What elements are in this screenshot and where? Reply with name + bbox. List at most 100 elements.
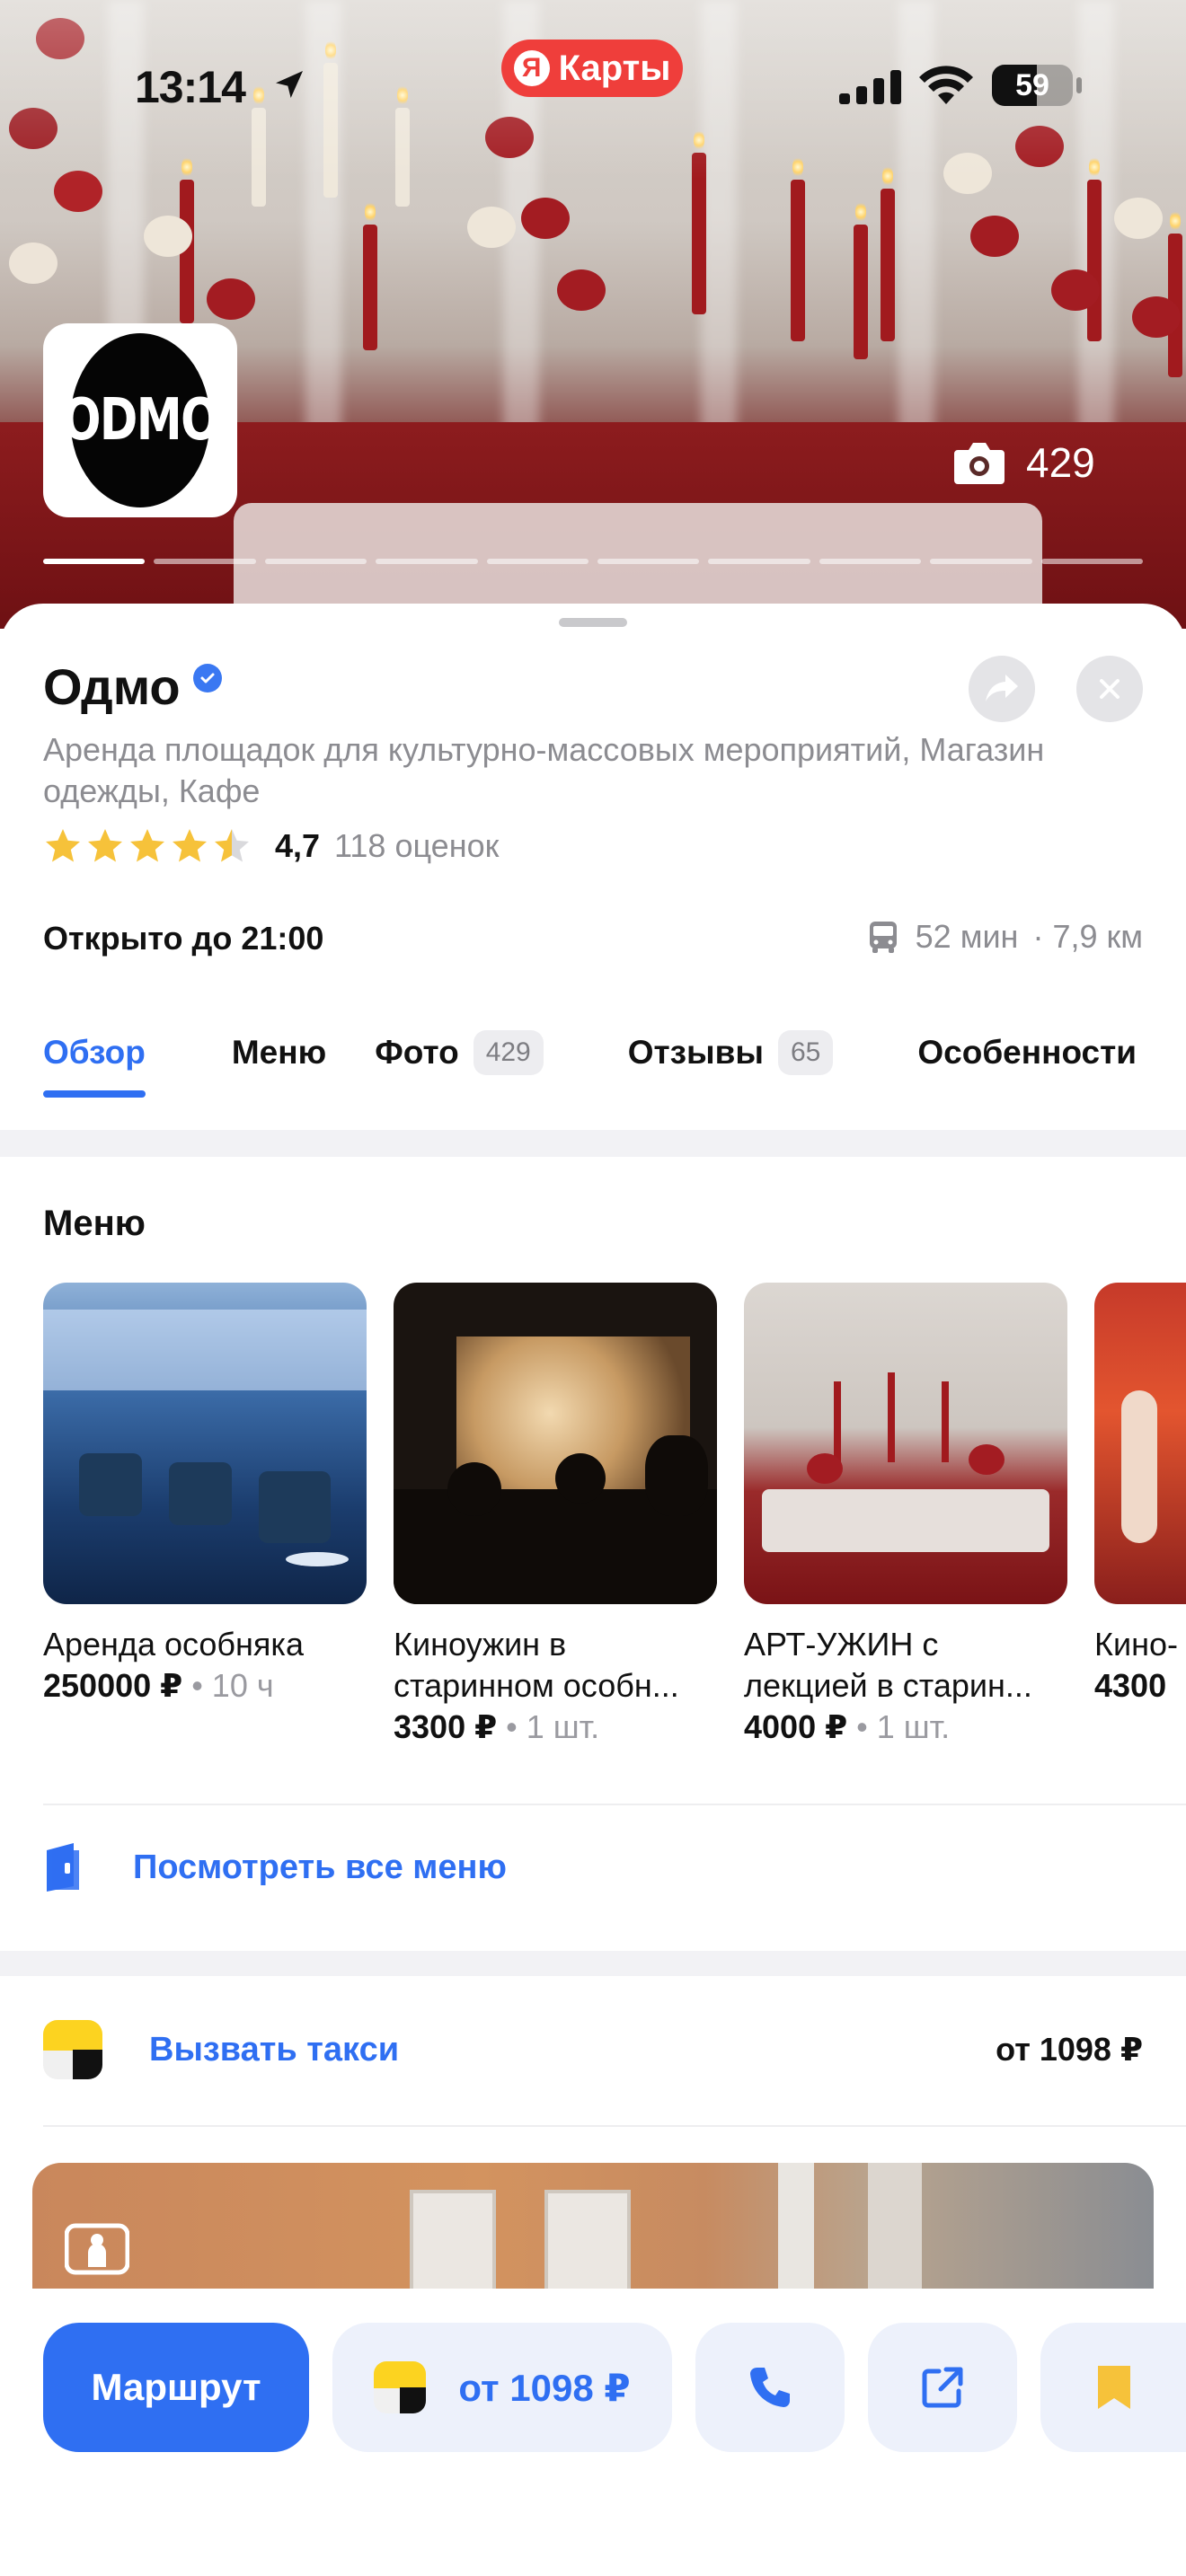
brand-logo[interactable]: ODMO bbox=[43, 323, 237, 517]
table bbox=[286, 1552, 349, 1566]
menu-carousel[interactable]: Аренда особняка 250000 ₽ • 10 ч Киноужин… bbox=[43, 1283, 1186, 1768]
photo-count: 429 bbox=[1026, 439, 1095, 486]
location-arrow-icon bbox=[276, 71, 303, 98]
gallery-progress-segment bbox=[708, 559, 810, 564]
menu-item-price-row: 4000 ₽ • 1 шт. bbox=[744, 1708, 1067, 1746]
gallery-progress-segment bbox=[930, 559, 1032, 564]
rose bbox=[1114, 198, 1163, 239]
see-all-menu-label: Посмотреть все меню bbox=[133, 1848, 507, 1886]
taxi-price: от 1098 ₽ bbox=[996, 2031, 1143, 2068]
performer bbox=[1121, 1390, 1157, 1543]
rose bbox=[807, 1453, 843, 1484]
white-tablecloth bbox=[762, 1489, 1049, 1552]
bus-icon bbox=[869, 922, 897, 953]
gallery-progress-segment bbox=[43, 559, 146, 564]
tab-label: Отзывы bbox=[627, 1034, 764, 1071]
audience-head bbox=[645, 1435, 708, 1516]
camera-icon bbox=[954, 443, 1005, 484]
open-status[interactable]: Открыто до 21:00 bbox=[43, 920, 323, 957]
rose bbox=[969, 1444, 1005, 1475]
menu-book-icon bbox=[47, 1843, 79, 1892]
menu-item[interactable]: Кино- МАМ 4300 bbox=[1094, 1283, 1186, 1705]
route-button[interactable]: Маршрут bbox=[43, 2323, 309, 2452]
transit-info[interactable]: 52 мин · 7,9 км bbox=[865, 918, 1143, 956]
tab-reviews[interactable]: Отзывы 65 bbox=[628, 1026, 834, 1080]
share-button[interactable] bbox=[969, 656, 1035, 722]
star-icon bbox=[46, 829, 80, 862]
yandex-taxi-icon bbox=[43, 2020, 102, 2079]
gallery-progress-segment bbox=[264, 559, 367, 564]
taxi-icon-yellow bbox=[43, 2020, 102, 2051]
taxi-button[interactable]: от 1098 ₽ bbox=[332, 2323, 672, 2452]
taxi-icon-black bbox=[400, 2387, 427, 2413]
gallery-progress-segment bbox=[1040, 559, 1144, 564]
candle bbox=[791, 156, 805, 341]
rose bbox=[9, 243, 58, 284]
armchair bbox=[79, 1453, 142, 1516]
tab-bar: Обзор Меню Фото 429 Отзывы 65 Особенност… bbox=[43, 1026, 1137, 1098]
sheet-grabber[interactable] bbox=[559, 618, 627, 627]
rose bbox=[207, 278, 255, 320]
menu-item-name: Кино- МАМ bbox=[1094, 1626, 1186, 1663]
see-all-menu-link[interactable]: Посмотреть все меню bbox=[43, 1841, 507, 1893]
star-icon bbox=[173, 829, 207, 862]
rose bbox=[521, 198, 570, 239]
battery-level: 59 bbox=[1015, 68, 1049, 102]
close-button[interactable] bbox=[1076, 656, 1143, 722]
menu-item-unit: • 10 ч bbox=[191, 1667, 274, 1704]
candle bbox=[942, 1381, 949, 1462]
yandex-taxi-icon bbox=[374, 2361, 427, 2413]
rose bbox=[1132, 296, 1181, 338]
menu-item-name: Аренда особняка bbox=[43, 1626, 304, 1663]
star-icon bbox=[130, 829, 164, 862]
menu-item-photo bbox=[1094, 1283, 1186, 1604]
menu-item-price: 4300 bbox=[1094, 1667, 1167, 1704]
gallery-progress-segment bbox=[376, 559, 478, 564]
status-time: 13:14 bbox=[135, 62, 246, 112]
brand-logo-text: ODMO bbox=[62, 333, 220, 507]
tab-menu[interactable]: Меню bbox=[232, 1026, 326, 1080]
rose bbox=[1051, 269, 1100, 311]
menu-item-price: 3300 ₽ bbox=[394, 1708, 498, 1745]
menu-item-price-row: 4300 bbox=[1094, 1667, 1186, 1705]
tab-badge: 65 bbox=[777, 1030, 834, 1075]
tab-label: Меню bbox=[231, 1034, 327, 1071]
wifi-icon bbox=[919, 66, 973, 104]
call-button[interactable] bbox=[695, 2323, 845, 2452]
photo-counter[interactable]: 429 bbox=[952, 438, 1095, 487]
transit-time: 52 мин bbox=[915, 918, 1019, 955]
section-divider bbox=[0, 1130, 1186, 1157]
candle bbox=[834, 1381, 841, 1462]
place-title: Одмо bbox=[43, 657, 222, 716]
yandex-maps-badge[interactable]: Я Карты bbox=[501, 40, 683, 97]
close-icon bbox=[1100, 679, 1120, 699]
tab-photos[interactable]: Фото 429 bbox=[375, 1026, 544, 1080]
rose bbox=[144, 216, 192, 257]
tab-features[interactable]: Особенности bbox=[917, 1026, 1137, 1080]
audience-head bbox=[447, 1462, 501, 1516]
phone-icon bbox=[750, 2368, 790, 2407]
bookmark-button[interactable] bbox=[1040, 2323, 1186, 2452]
tab-overview[interactable]: Обзор bbox=[43, 1026, 146, 1098]
rose bbox=[557, 269, 606, 311]
armchair bbox=[169, 1462, 232, 1525]
menu-item[interactable]: Киноужин в старинном особн... 3300 ₽ • 1… bbox=[394, 1283, 717, 1746]
candle bbox=[888, 1372, 895, 1462]
place-categories: Аренда площадок для культурно-массовых м… bbox=[43, 731, 1045, 809]
section-divider bbox=[0, 1951, 1186, 1976]
candle bbox=[854, 201, 868, 359]
call-taxi-row[interactable]: Вызвать такси от 1098 ₽ bbox=[43, 2014, 1143, 2086]
open-link-button[interactable] bbox=[868, 2323, 1017, 2452]
rating-row[interactable]: 4,7 118 оценок bbox=[43, 826, 499, 866]
divider bbox=[43, 1804, 1186, 1805]
tab-label: Фото bbox=[375, 1034, 459, 1071]
external-link-icon bbox=[922, 2367, 963, 2408]
battery-tip bbox=[1076, 77, 1082, 93]
menu-item-name: АРТ-УЖИН с лекцией в старин... bbox=[744, 1626, 1032, 1704]
menu-item[interactable]: АРТ-УЖИН с лекцией в старин... 4000 ₽ • … bbox=[744, 1283, 1067, 1746]
tab-label: Обзор bbox=[43, 1034, 146, 1071]
bottom-action-bar: Маршрут от 1098 ₽ bbox=[0, 2289, 1186, 2576]
menu-item-price-row: 3300 ₽ • 1 шт. bbox=[394, 1708, 717, 1746]
app-name: Карты bbox=[558, 48, 671, 88]
menu-item[interactable]: Аренда особняка 250000 ₽ • 10 ч bbox=[43, 1283, 367, 1705]
